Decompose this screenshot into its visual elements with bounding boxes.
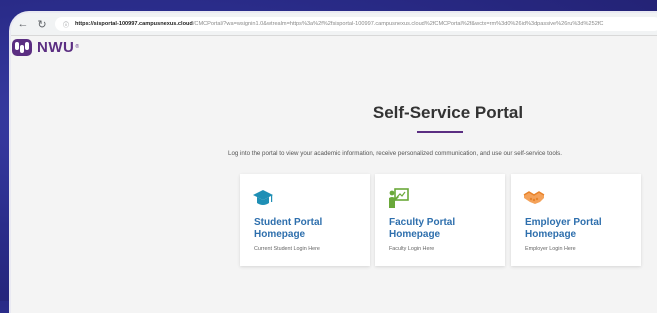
logo-registered-mark: ® — [75, 44, 80, 50]
faculty-portal-subtitle: Faculty Login Here — [389, 246, 435, 252]
student-portal-card[interactable]: Student Portal Homepage Current Student … — [240, 174, 370, 266]
employer-portal-card[interactable]: Employer Portal Homepage Employer Login … — [511, 174, 641, 266]
nwu-logo[interactable]: NWU ® — [11, 36, 79, 58]
browser-window: ← ↻ ⓘ https://sisportal-100997.campusnex… — [9, 11, 657, 313]
site-info-icon[interactable]: ⓘ — [63, 20, 69, 29]
url-path: /CMCPortal/?wa=wsignin1.0&wtrealm=https%… — [192, 21, 604, 27]
page-title: Self-Service Portal — [372, 103, 524, 122]
employer-portal-title[interactable]: Employer Portal Homepage — [525, 217, 635, 241]
faculty-portal-card[interactable]: Faculty Portal Homepage Faculty Login He… — [375, 174, 505, 266]
teacher-board-icon — [389, 188, 409, 208]
reload-icon[interactable]: ↻ — [35, 17, 49, 31]
handshake-icon — [523, 191, 545, 204]
employer-portal-subtitle: Employer Login Here — [525, 246, 576, 252]
back-icon[interactable]: ← — [16, 17, 30, 31]
intro-text: Log into the portal to view your academi… — [228, 150, 562, 157]
student-portal-subtitle: Current Student Login Here — [254, 246, 320, 252]
url-field[interactable]: ⓘ https://sisportal-100997.campusnexus.c… — [55, 17, 657, 31]
student-portal-title[interactable]: Student Portal Homepage — [254, 217, 364, 241]
faculty-portal-title[interactable]: Faculty Portal Homepage — [389, 217, 499, 241]
url-host: https://sisportal-100997.campusnexus.clo… — [75, 21, 193, 27]
nwu-logo-mark-icon — [12, 39, 32, 56]
graduation-cap-icon — [253, 190, 273, 205]
logo-text: NWU — [37, 38, 75, 56]
title-underline — [417, 131, 463, 133]
address-bar: ← ↻ ⓘ https://sisportal-100997.campusnex… — [11, 13, 657, 36]
